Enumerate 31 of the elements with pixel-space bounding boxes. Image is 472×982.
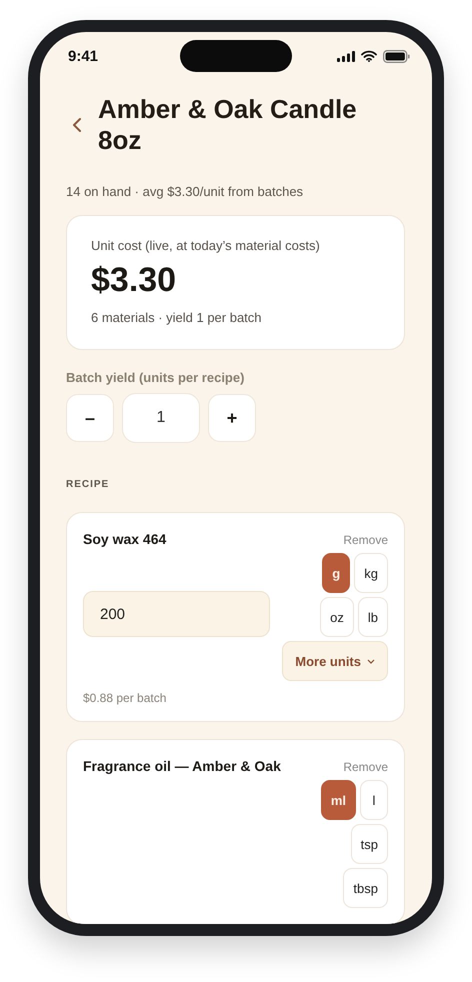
unit-cost-value: $3.30 <box>91 261 178 300</box>
stock-summary: 14 on hand · avg $3.30/unit from batches <box>66 184 304 199</box>
caret-icon <box>367 658 375 664</box>
unit-button[interactable]: oz <box>320 597 354 637</box>
decrement-button[interactable]: – <box>66 394 114 442</box>
wifi-icon <box>361 50 377 62</box>
remove-link[interactable]: Remove <box>343 760 388 774</box>
battery-icon <box>383 50 410 62</box>
back-button[interactable] <box>72 117 82 133</box>
increment-button[interactable]: + <box>208 394 256 442</box>
page-title: Amber & Oak Candle 8oz <box>98 94 358 156</box>
unit-button[interactable]: kg <box>354 553 388 593</box>
amount-field[interactable]: 200 <box>83 591 270 637</box>
signal-icon <box>337 50 355 62</box>
batch-yield-field[interactable]: 1 <box>122 393 200 443</box>
section-heading: RECIPE <box>66 479 110 490</box>
unit-button[interactable]: l <box>360 780 388 820</box>
unit-button[interactable]: tbsp <box>343 868 388 908</box>
batch-cost: $0.88 per batch <box>83 691 168 705</box>
unit-button[interactable]: g <box>322 553 350 593</box>
unit-cost-label: Unit cost (live, at today’s material costs) <box>91 238 321 253</box>
status-time: 9:41 <box>68 48 98 64</box>
unit-button[interactable]: tsp <box>350 824 388 864</box>
unit-button[interactable]: lb <box>358 597 388 637</box>
ingredient-name: Fragrance oil — Amber & Oak <box>83 758 281 774</box>
remove-link[interactable]: Remove <box>343 533 388 547</box>
unit-cost-detail: 6 materials · yield 1 per batch <box>91 310 263 325</box>
batch-yield-label: Batch yield (units per recipe) <box>66 370 246 385</box>
more-units-button[interactable]: More units <box>282 641 388 681</box>
ingredient-name: Soy wax 464 <box>83 531 166 547</box>
unit-button[interactable]: ml <box>320 780 356 820</box>
